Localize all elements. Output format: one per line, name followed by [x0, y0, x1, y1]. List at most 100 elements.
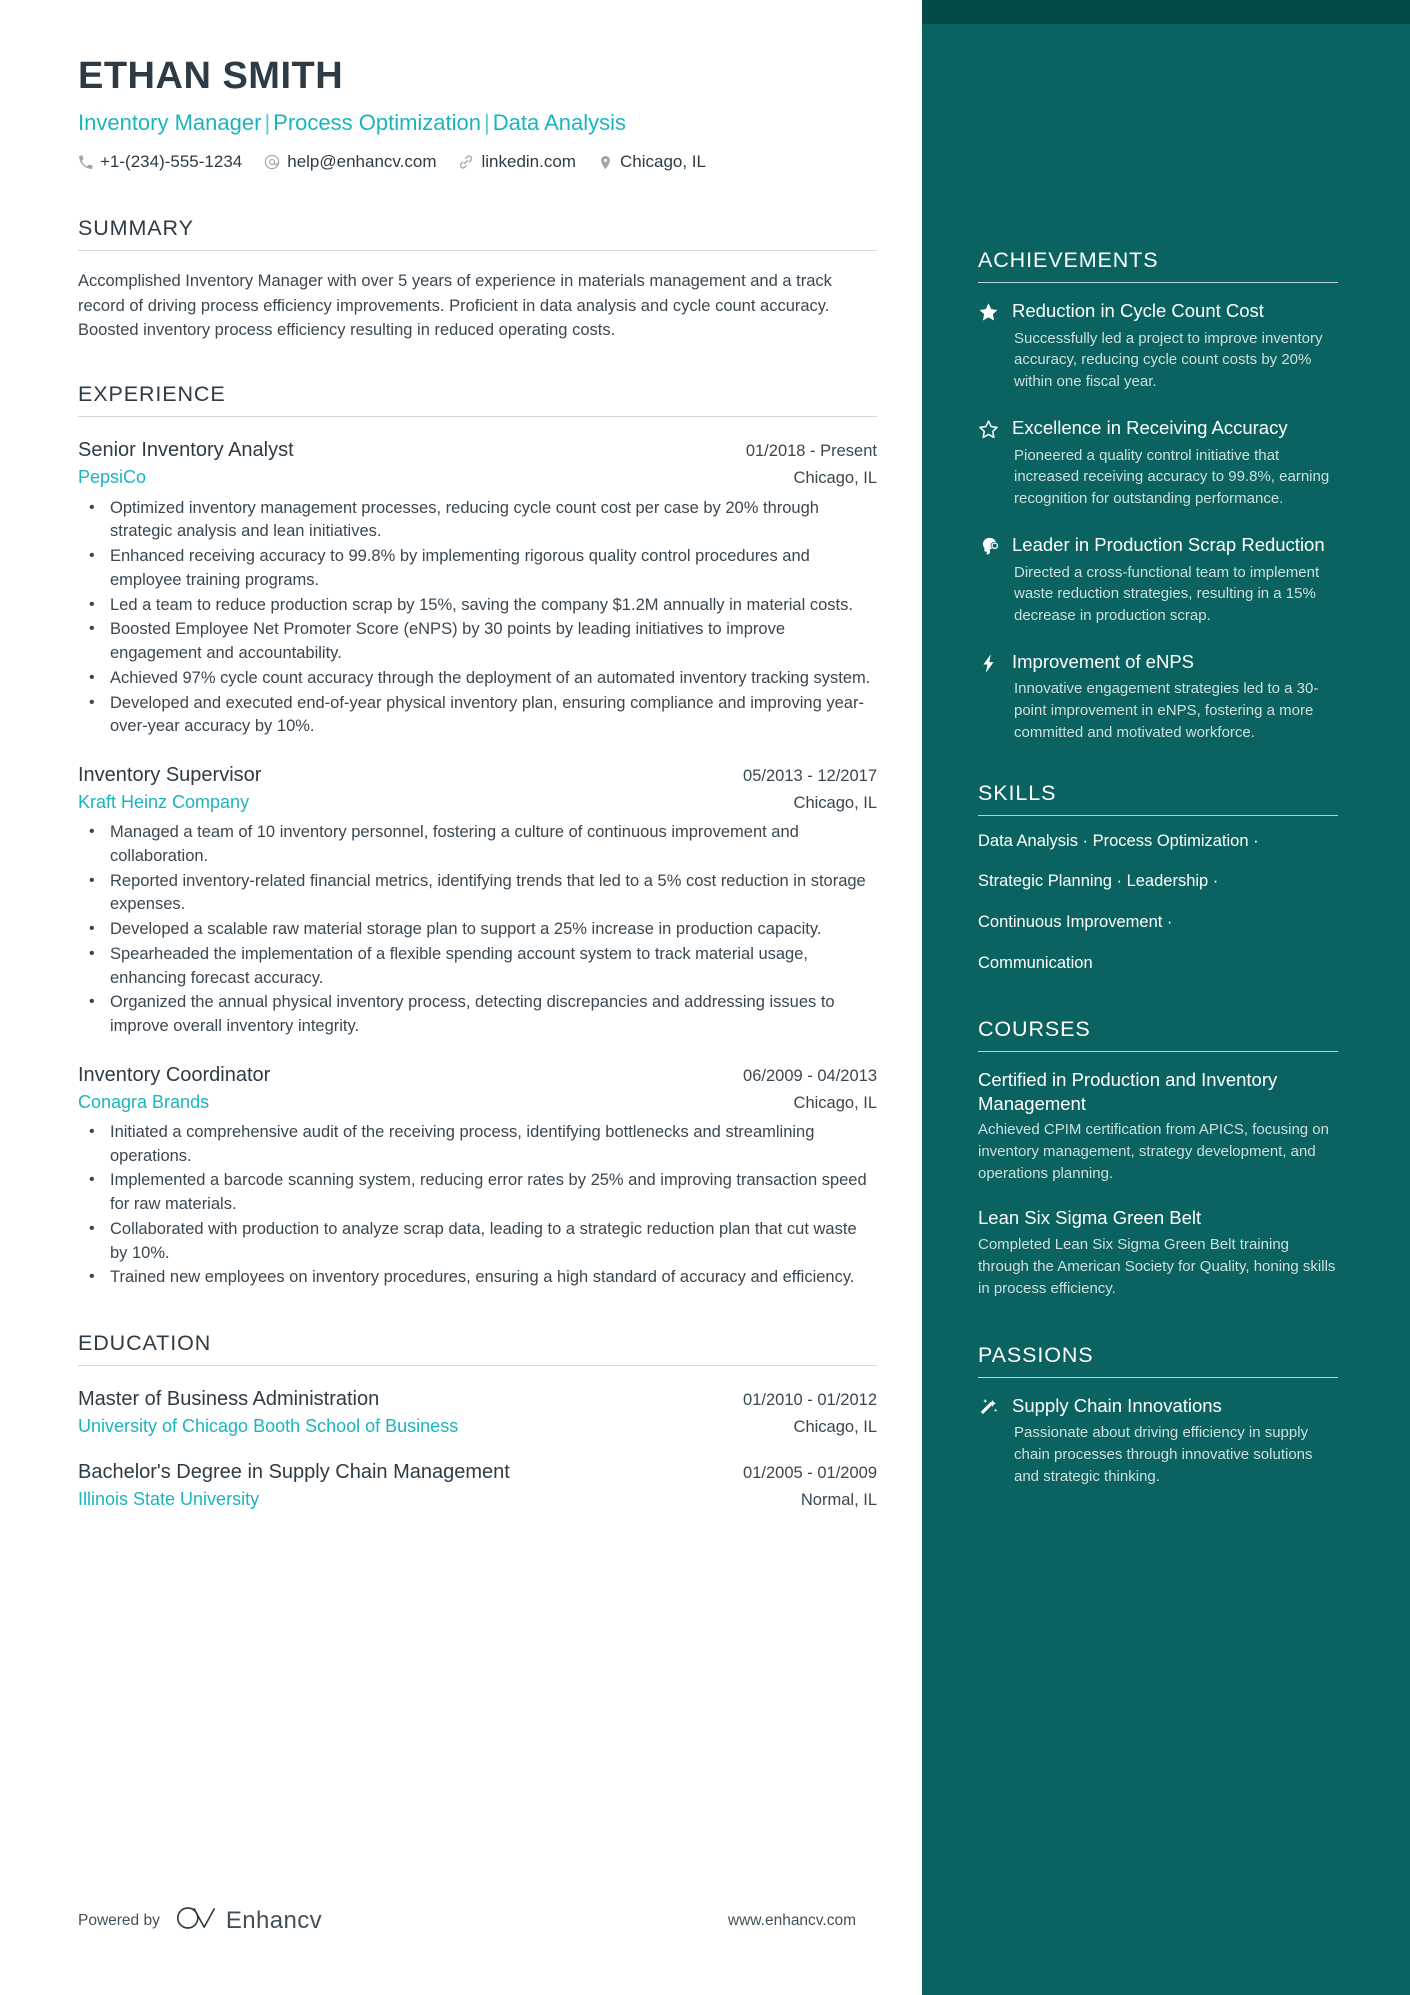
course-item: Certified in Production and Inventory Ma…: [978, 1068, 1338, 1185]
sidebar: ACHIEVEMENTS Reduction in Cycle Count Co…: [922, 0, 1410, 1995]
experience-title-row: Inventory Supervisor 05/2013 - 12/2017: [78, 762, 877, 789]
contact-link-text: linkedin.com: [481, 152, 576, 172]
contact-link[interactable]: linkedin.com: [458, 152, 576, 172]
job-location: Chicago, IL: [793, 469, 877, 488]
divider: [978, 282, 1338, 283]
job-location: Chicago, IL: [793, 794, 877, 812]
page-title: ETHAN SMITH: [78, 55, 344, 97]
job-company[interactable]: PepsiCo: [78, 464, 146, 490]
achievements-heading: ACHIEVEMENTS: [978, 248, 1159, 272]
divider: [978, 1377, 1338, 1379]
phone-icon: [78, 155, 93, 170]
passion-item: Supply Chain Innovations Passionate abou…: [978, 1394, 1338, 1487]
divider: [78, 1365, 877, 1367]
job-company[interactable]: Conagra Brands: [78, 1089, 209, 1115]
education-school[interactable]: University of Chicago Booth School of Bu…: [78, 1413, 458, 1439]
job-dates: 01/2018 - Present: [745, 442, 877, 461]
headline: Inventory Manager | Process Optimization | D…: [78, 110, 877, 136]
headline-separator: |: [484, 109, 490, 135]
bullet: Enhanced receiving accuracy to 99.8% by …: [78, 544, 877, 593]
star-outline-icon: [978, 416, 1012, 510]
bullet: Managed a team of 10 inventory personnel…: [78, 820, 877, 869]
enhancv-logo: Enhancv: [176, 1905, 322, 1936]
education-dates: 01/2010 - 01/2012: [743, 1391, 877, 1410]
course-description: Achieved CPIM certification from APICS, …: [978, 1121, 1329, 1182]
contact-location-text: Chicago, IL: [619, 152, 706, 172]
section-courses: COURSES Certified in Production and Inve…: [978, 1017, 1338, 1300]
divider: [78, 250, 877, 252]
job-bullets: Managed a team of 10 inventory personnel…: [78, 820, 877, 1039]
sidebar-content: ACHIEVEMENTS Reduction in Cycle Count Co…: [978, 248, 1338, 1495]
bullet: Developed and executed end-of-year physi…: [78, 691, 877, 740]
education-item: Master of Business Administration 01/201…: [78, 1385, 877, 1439]
education-location: Chicago, IL: [793, 1418, 877, 1437]
education-item: Bachelor's Degree in Supply Chain Manage…: [78, 1458, 877, 1512]
bullet: Collaborated with production to analyze …: [78, 1217, 877, 1266]
achievement-item: Leader in Production Scrap Reduction Dir…: [978, 533, 1338, 627]
bullet: Spearheaded the implementation of a flex…: [78, 942, 877, 991]
contact-phone[interactable]: +1-(234)-555-1234: [78, 152, 242, 172]
achievement-item: Improvement of eNPS Innovative engagemen…: [978, 650, 1338, 744]
job-bullets: Initiated a comprehensive audit of the r…: [78, 1120, 877, 1290]
bullet: Initiated a comprehensive audit of the r…: [78, 1120, 877, 1169]
job-company[interactable]: Kraft Heinz Company: [78, 789, 249, 815]
bullet: Trained new employees on inventory proce…: [78, 1265, 877, 1290]
bullet: Led a team to reduce production scrap by…: [78, 593, 877, 618]
divider: [978, 1050, 1338, 1052]
education-degree-row: Bachelor's Degree in Supply Chain Manage…: [78, 1458, 877, 1486]
link-icon: [458, 154, 474, 170]
education-location: Normal, IL: [800, 1491, 877, 1510]
experience-title-row: Senior Inventory Analyst 01/2018 - Prese…: [78, 437, 877, 464]
contact-location[interactable]: Chicago, IL: [598, 152, 706, 172]
skills-line: Communication: [978, 954, 1093, 973]
divider: [78, 416, 877, 418]
footer-url[interactable]: www.enhancv.com: [728, 1912, 856, 1930]
education-dates: 01/2005 - 01/2009: [743, 1464, 877, 1483]
section-summary: SUMMARY Accomplished Inventory Manager w…: [78, 216, 877, 342]
experience-company-row: Conagra Brands Chicago, IL: [78, 1089, 877, 1115]
bullet: Achieved 97% cycle count accuracy throug…: [78, 666, 877, 691]
passion-title: Supply Chain Innovations: [1012, 1395, 1222, 1417]
enhancv-mark-icon: [176, 1905, 216, 1936]
course-description: Completed Lean Six Sigma Green Belt trai…: [978, 1236, 1336, 1297]
achievement-title: Excellence in Receiving Accuracy: [1012, 416, 1288, 438]
skills-line: Data Analysis · Process Optimization ·: [978, 831, 1259, 850]
job-title: Inventory Supervisor: [78, 764, 262, 786]
experience-item: Inventory Supervisor 05/2013 - 12/2017 K…: [78, 762, 877, 1039]
education-degree-row: Master of Business Administration 01/201…: [78, 1385, 877, 1413]
passion-description: Passionate about driving efficiency in s…: [1014, 1424, 1313, 1485]
enhancv-wordmark: Enhancv: [225, 1906, 323, 1934]
bullet: Organized the annual physical inventory …: [78, 990, 877, 1039]
job-bullets: Optimized inventory management processes…: [78, 496, 877, 740]
sidebar-top-strip: [922, 0, 1410, 24]
achievement-title: Reduction in Cycle Count Cost: [1012, 300, 1264, 321]
headline-separator: |: [264, 109, 271, 135]
section-skills: SKILLS Data Analysis · Process Optimizat…: [978, 781, 1338, 974]
skills-line: Continuous Improvement ·: [978, 913, 1173, 932]
experience-item: Inventory Coordinator 06/2009 - 04/2013 …: [78, 1062, 877, 1290]
bullet: Boosted Employee Net Promoter Score (eNP…: [78, 617, 877, 666]
bullet: Optimized inventory management processes…: [78, 496, 877, 545]
divider: [978, 814, 1338, 816]
skills-line: Strategic Planning · Leadership ·: [978, 872, 1219, 891]
bullet: Implemented a barcode scanning system, r…: [78, 1168, 877, 1217]
section-experience: EXPERIENCE Senior Inventory Analyst 01/2…: [78, 382, 877, 1290]
bullet: Reported inventory-related financial met…: [78, 869, 877, 918]
education-school[interactable]: Illinois State University: [78, 1486, 259, 1512]
powered-by-label: Powered by: [78, 1911, 160, 1929]
job-location: Chicago, IL: [793, 1093, 877, 1112]
course-title: Lean Six Sigma Green Belt: [978, 1207, 1202, 1229]
education-degree: Bachelor's Degree in Supply Chain Manage…: [78, 1461, 510, 1484]
footer: Powered by Enhancv www.enhancv.com: [78, 1905, 856, 1936]
job-dates: 06/2009 - 04/2013: [743, 1066, 877, 1085]
summary-text: Accomplished Inventory Manager with over…: [78, 272, 832, 339]
contact-email-text: help@enhancv.com: [287, 152, 437, 172]
achievement-item: Excellence in Receiving Accuracy Pioneer…: [978, 416, 1338, 510]
achievement-body: Leader in Production Scrap Reduction Dir…: [1012, 533, 1338, 627]
job-title: Senior Inventory Analyst: [78, 439, 294, 462]
contact-email[interactable]: help@enhancv.com: [264, 152, 436, 172]
